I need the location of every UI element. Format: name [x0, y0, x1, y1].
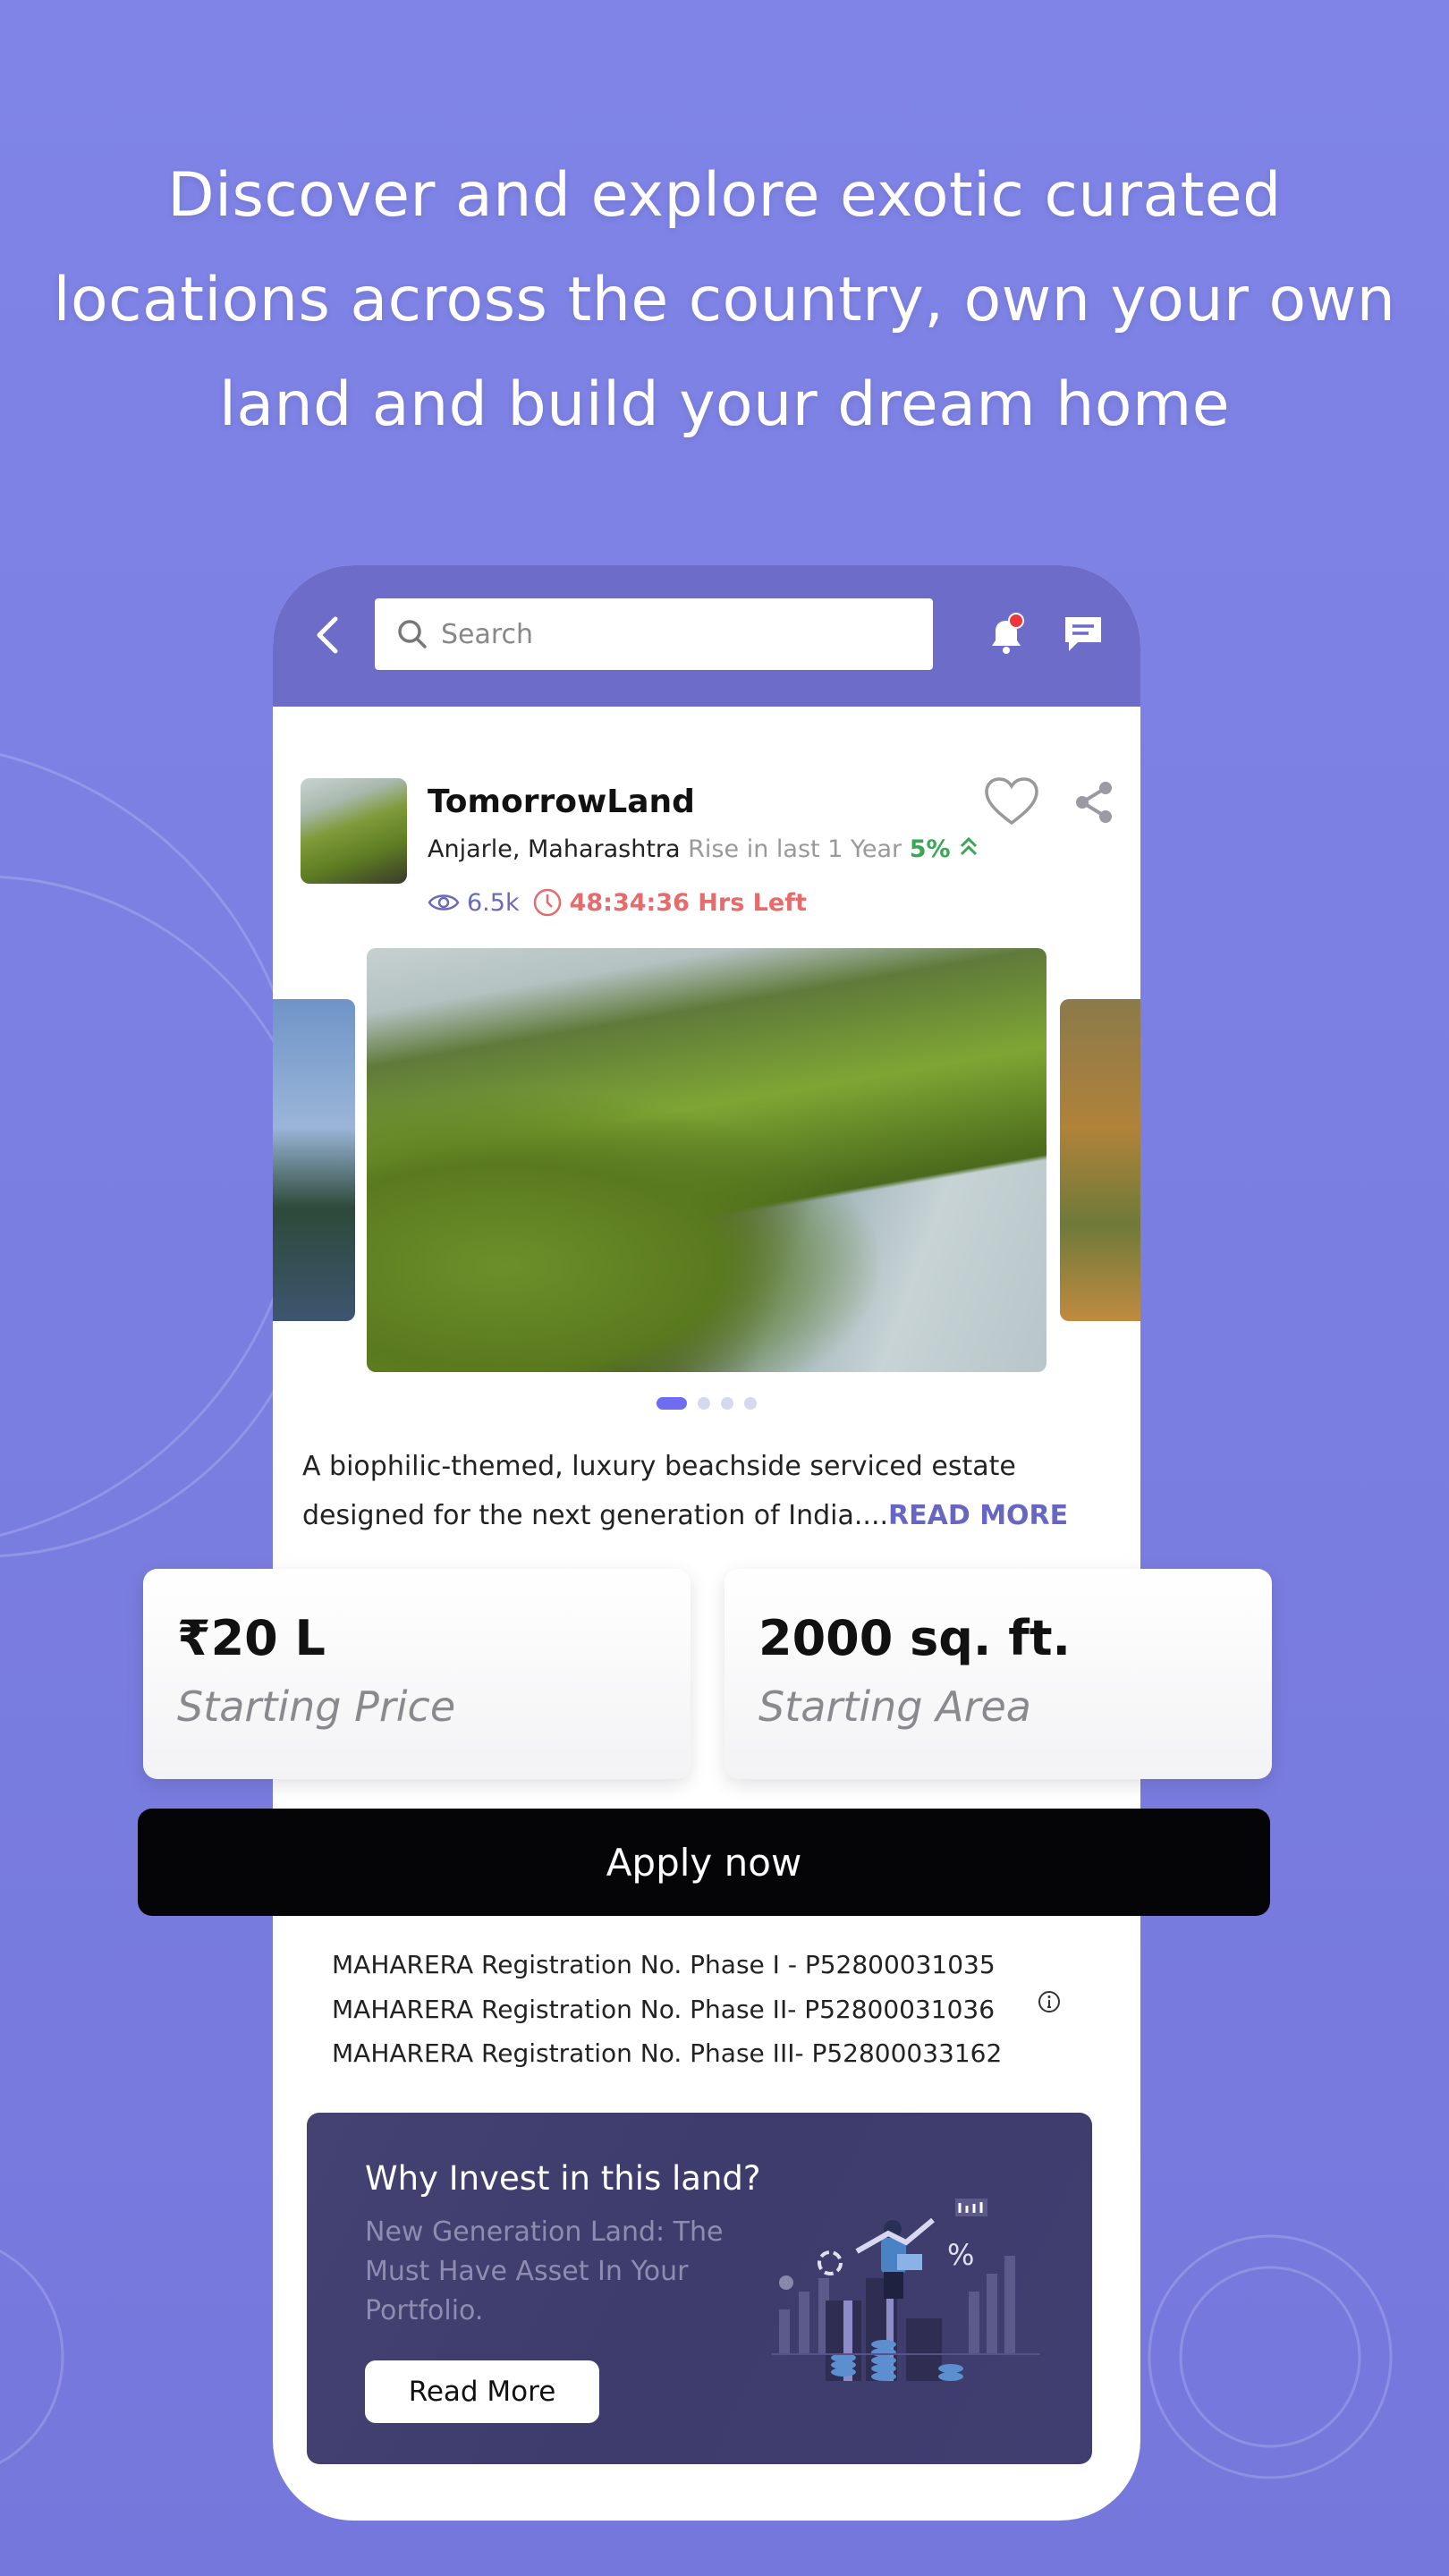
carousel-image-previous[interactable]: [273, 999, 355, 1321]
chat-icon: [1065, 617, 1101, 651]
heart-icon: [985, 777, 1038, 826]
why-invest-card: Why Invest in this land? New Generation …: [307, 2113, 1092, 2464]
info-icon: [1038, 1991, 1060, 2012]
rise-label: Rise in last 1 Year: [688, 835, 902, 863]
back-button[interactable]: [310, 615, 346, 655]
app-header: Search: [273, 565, 1140, 707]
decorative-circle: [0, 753, 306, 1537]
headline-line: Discover and explore exotic curated: [167, 160, 1282, 231]
registration-item: MAHARERA Registration No. Phase I - P528…: [332, 1950, 996, 1979]
property-description: A biophilic-themed, luxury beachside ser…: [302, 1442, 1107, 1540]
starting-area-card: 2000 sq. ft. Starting Area: [724, 1569, 1272, 1779]
carousel-dot-active[interactable]: [657, 1397, 687, 1410]
chevron-left-icon: [317, 616, 338, 654]
property-location-line: Anjarle, Maharashtra Rise in last 1 Year…: [428, 835, 1107, 863]
starting-price-card: ₹20 L Starting Price: [143, 1569, 691, 1779]
carousel-dot[interactable]: [721, 1397, 733, 1410]
search-icon: [398, 620, 427, 648]
starting-area-label: Starting Area: [758, 1682, 1031, 1731]
bell-icon: [992, 613, 1024, 654]
share-button[interactable]: [1073, 780, 1114, 828]
invest-subtitle: New Generation Land: The Must Have Asset…: [365, 2216, 724, 2326]
read-more-link[interactable]: READ MORE: [888, 1500, 1068, 1531]
carousel-indicator: [273, 1397, 1140, 1410]
carousel-image-active[interactable]: [367, 948, 1046, 1372]
info-button[interactable]: [1037, 1989, 1062, 2018]
invest-title: Why Invest in this land?: [365, 2159, 761, 2198]
starting-price-label: Starting Price: [177, 1682, 456, 1731]
registration-item: MAHARERA Registration No. Phase II- P528…: [332, 1994, 996, 2024]
search-input[interactable]: Search: [375, 598, 933, 670]
clock-icon: [533, 888, 561, 917]
view-count: 6.5k: [467, 888, 520, 917]
carousel-dot[interactable]: [744, 1397, 757, 1410]
carousel-dot[interactable]: [698, 1397, 710, 1410]
decorative-circle: [0, 2250, 64, 2464]
time-left: 48:34:36 Hrs Left: [569, 888, 807, 917]
invest-read-more-button[interactable]: Read More: [365, 2360, 599, 2423]
eye-icon: [428, 894, 460, 911]
starting-area-value: 2000 sq. ft.: [758, 1610, 1072, 1666]
headline-line: land and build your dream home: [218, 369, 1231, 440]
phone-mockup: Search TomorrowLand Anjarle, Maharashtra…: [273, 565, 1140, 2521]
chat-button[interactable]: [1062, 612, 1105, 660]
favorite-button[interactable]: [984, 776, 1039, 830]
starting-price-value: ₹20 L: [177, 1610, 326, 1666]
svg-text:%: %: [947, 2238, 974, 2272]
property-thumbnail: [301, 778, 407, 884]
carousel-image-next[interactable]: [1060, 999, 1140, 1321]
registration-list: MAHARERA Registration No. Phase I - P528…: [332, 1943, 1030, 2076]
share-icon: [1076, 782, 1112, 823]
property-title: TomorrowLand: [428, 784, 695, 820]
rise-value: 5%: [909, 835, 951, 863]
search-placeholder: Search: [441, 618, 534, 650]
registration-item: MAHARERA Registration No. Phase III- P52…: [332, 2038, 1003, 2068]
headline: Discover and explore exotic curated loca…: [0, 143, 1449, 457]
headline-line: locations across the country, own your o…: [53, 265, 1396, 335]
property-location: Anjarle, Maharashtra: [428, 835, 681, 863]
double-chevron-up-icon: [961, 836, 978, 856]
decorative-circle: [1179, 2266, 1361, 2448]
apply-now-button[interactable]: Apply now: [138, 1809, 1270, 1916]
notifications-button[interactable]: [985, 612, 1028, 662]
decorative-circle: [1148, 2234, 1393, 2479]
investment-illustration: %: [772, 2199, 1040, 2381]
property-meta: 6.5k 48:34:36 Hrs Left: [428, 887, 807, 918]
